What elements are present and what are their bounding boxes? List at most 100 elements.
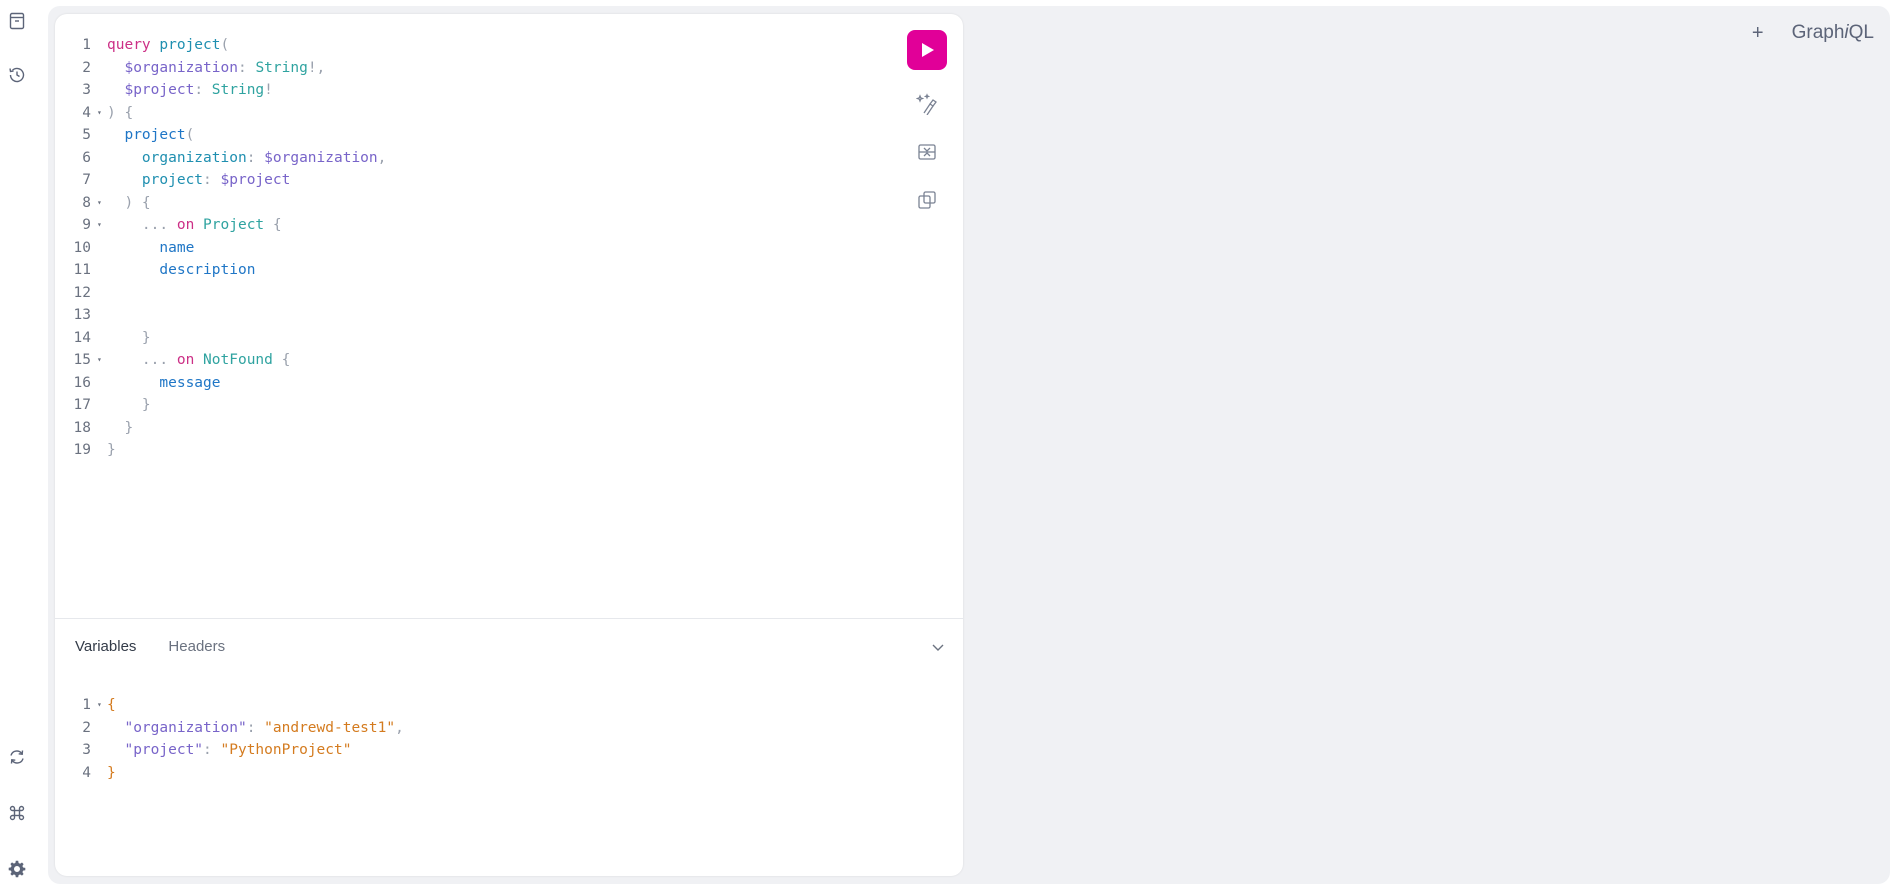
code-token: !, (307, 59, 326, 76)
code-token: name (159, 239, 195, 256)
history-icon[interactable] (4, 62, 30, 88)
code-line[interactable]: 6 organization: $organization, (55, 147, 386, 170)
code-text: $organization: String!, (107, 57, 325, 80)
code-line[interactable]: 17 } (55, 394, 386, 417)
code-line[interactable]: 9 ▾ ... on Project { (55, 214, 386, 237)
code-text: ... on Project { (107, 214, 282, 237)
code-line[interactable]: 4} (55, 762, 404, 785)
code-token: ... (141, 217, 177, 233)
fold-toggle-icon[interactable]: ▾ (97, 694, 102, 717)
sidebar (0, 0, 48, 893)
code-line[interactable]: 3 $project: String! (55, 79, 386, 102)
code-text: project( (107, 124, 194, 147)
code-token: String (211, 82, 265, 98)
line-number: 12 (73, 284, 91, 301)
line-number: 2 (82, 59, 91, 76)
refetch-schema-icon[interactable] (4, 744, 30, 770)
code-text: } (107, 394, 151, 417)
editor-toolbar (907, 30, 947, 220)
line-number: 7 (82, 172, 91, 188)
line-number: 18 (73, 419, 91, 436)
code-line[interactable]: 7 project: $project (55, 169, 386, 192)
code-text: ... on NotFound { (107, 349, 290, 372)
code-token: : (194, 82, 212, 98)
fold-toggle-icon[interactable]: ▾ (97, 102, 102, 125)
code-token: $project (220, 172, 291, 188)
code-token: "PythonProject" (220, 742, 352, 758)
tab-headers[interactable]: Headers (168, 638, 225, 655)
code-line[interactable]: 11 description (55, 259, 386, 282)
code-line[interactable]: 1 ▾{ (55, 694, 404, 717)
code-text: ) { (107, 192, 151, 215)
fold-toggle-icon[interactable]: ▾ (97, 214, 102, 237)
code-line[interactable]: 3 "project": "PythonProject" (55, 739, 404, 762)
docs-icon[interactable] (4, 8, 30, 34)
code-text: "organization": "andrewd-test1", (107, 717, 403, 740)
code-line[interactable]: 4 ▾) { (55, 102, 386, 125)
copy-query-button[interactable] (907, 180, 947, 220)
prettify-button[interactable] (907, 84, 947, 124)
collapse-editor-tools-button[interactable] (931, 640, 945, 659)
variables-editor[interactable]: 1 ▾{2 "organization": "andrewd-test1", 3 "… (55, 694, 404, 784)
merge-fragments-button[interactable] (907, 132, 947, 172)
code-text: } (107, 327, 151, 350)
code-token: , (377, 149, 387, 166)
code-line[interactable]: 5 project( (55, 124, 386, 147)
line-number: 10 (73, 239, 91, 256)
code-token: } (141, 329, 151, 346)
code-line[interactable]: 14 } (55, 327, 386, 350)
code-text: } (107, 439, 116, 462)
code-token: "organization" (124, 719, 247, 736)
code-line[interactable]: 2 "organization": "andrewd-test1", (55, 717, 404, 740)
code-line[interactable]: 12 (55, 282, 386, 305)
code-line[interactable]: 19} (55, 439, 386, 462)
line-number: 17 (73, 397, 91, 413)
fold-toggle-icon[interactable]: ▾ (97, 192, 102, 215)
code-line[interactable]: 15 ▾ ... on NotFound { (55, 349, 386, 372)
code-token: } (124, 419, 134, 436)
code-token: ( (185, 127, 195, 143)
code-line[interactable]: 8 ▾ ) { (55, 192, 386, 215)
code-token: project (124, 127, 186, 143)
code-token: project (159, 37, 221, 53)
code-line[interactable]: 1 query project( (55, 34, 386, 57)
code-text: name (107, 237, 194, 260)
code-token: ! (264, 82, 273, 98)
code-text: ) { (107, 102, 133, 125)
keyboard-shortcuts-icon[interactable] (4, 800, 30, 826)
line-number: 19 (73, 442, 91, 458)
code-token: } (107, 764, 116, 781)
tab-variables[interactable]: Variables (75, 638, 136, 655)
add-tab-button[interactable]: + (1752, 23, 1764, 43)
code-token: $organization (264, 149, 378, 166)
query-editor[interactable]: 1 query project(2 $organization: String!,… (55, 14, 963, 618)
code-line[interactable]: 13 (55, 304, 386, 327)
code-token: ) { (124, 194, 151, 211)
code-token: String (255, 59, 308, 76)
topbar: + GraphiQL (1752, 22, 1874, 44)
code-line[interactable]: 10 name (55, 237, 386, 260)
code-line[interactable]: 18 } (55, 417, 386, 440)
run-query-button[interactable] (907, 30, 947, 70)
code-text: project: $project (107, 169, 290, 192)
line-number: 1 (82, 37, 91, 53)
merge-fragments-icon (918, 144, 936, 160)
query-code[interactable]: 1 query project(2 $organization: String!,… (55, 34, 387, 462)
code-line[interactable]: 16 message (55, 372, 386, 395)
code-text: organization: $organization, (107, 147, 386, 170)
pane-divider[interactable] (55, 618, 963, 619)
variables-tabs: Variables Headers (75, 638, 225, 655)
code-line[interactable]: 2 $organization: String!, (55, 57, 386, 80)
code-token: project (141, 172, 204, 188)
fold-toggle-icon[interactable]: ▾ (97, 349, 102, 372)
code-token: description (159, 262, 256, 278)
settings-icon[interactable] (4, 856, 30, 882)
